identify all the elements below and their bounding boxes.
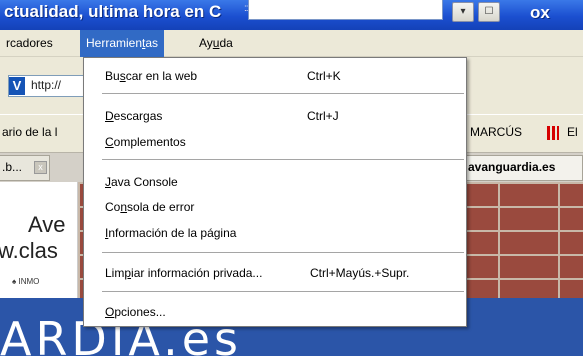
menu-separator <box>102 252 464 253</box>
window-title-right: ox <box>530 3 550 22</box>
menuitem-java-console[interactable]: Java Console <box>84 171 466 193</box>
ad-text-line2: w.clas <box>0 238 58 263</box>
menu-ayuda[interactable]: Ayuda <box>193 30 239 57</box>
shortcut-label: Ctrl+K <box>307 69 341 83</box>
ad-small-text: ♠ INMO <box>12 277 40 286</box>
menu-bar: rcadores Herramientas Ayuda <box>0 30 583 57</box>
menuitem-informacion-pagina[interactable]: Información de la página <box>84 222 466 244</box>
bookmark-item[interactable]: ario de la l <box>2 125 57 139</box>
ad-banner[interactable]: Ave w.clas ♠ INMO <box>0 182 78 298</box>
window-title: ctualidad, ultima hora en C <box>4 2 222 21</box>
menuitem-complementos[interactable]: Complementos <box>84 131 466 153</box>
herramientas-menu: Buscar en la web Ctrl+K Descargas Ctrl+J… <box>83 57 467 327</box>
menuitem-limpiar-privada[interactable]: Limpiar información privada... Ctrl+Mayú… <box>84 262 466 284</box>
menuitem-opciones[interactable]: Opciones... <box>84 301 466 323</box>
tab-active-label: avanguardia.es <box>468 160 556 174</box>
window-titlebar: ctualidad, ultima hora en C ::: ▾ ☐ ox <box>0 0 583 30</box>
menu-separator <box>102 93 464 94</box>
menuitem-descargas[interactable]: Descargas Ctrl+J <box>84 105 466 127</box>
bookmark-marcus[interactable]: MARCÚS <box>470 125 522 139</box>
shortcut-label: Ctrl+Mayús.+Supr. <box>310 266 410 280</box>
menuitem-consola-error[interactable]: Consola de error <box>84 196 466 218</box>
bookmark-partial[interactable]: El <box>567 125 578 139</box>
shortcut-label: Ctrl+J <box>307 109 339 123</box>
bookmark-logo-icon[interactable] <box>547 126 559 140</box>
tab-left-label: .b... <box>2 160 23 174</box>
site-favicon-icon: V <box>9 77 25 95</box>
ad-text-line1: Ave <box>28 212 66 237</box>
tab-close-icon[interactable]: x <box>34 161 47 174</box>
address-url: http:// <box>31 78 62 92</box>
menu-marcadores[interactable]: rcadores <box>0 30 59 57</box>
menu-separator <box>102 159 464 160</box>
dropdown-button[interactable]: ▾ <box>452 2 474 22</box>
tab-active[interactable]: avanguardia.es <box>466 155 583 181</box>
title-search-field[interactable] <box>248 0 443 20</box>
menu-separator <box>102 291 464 292</box>
maximize-button[interactable]: ☐ <box>478 2 500 22</box>
menuitem-buscar-web[interactable]: Buscar en la web Ctrl+K <box>84 65 466 87</box>
menu-herramientas[interactable]: Herramientas <box>80 30 165 57</box>
tab-left[interactable]: .b... x <box>0 155 50 181</box>
